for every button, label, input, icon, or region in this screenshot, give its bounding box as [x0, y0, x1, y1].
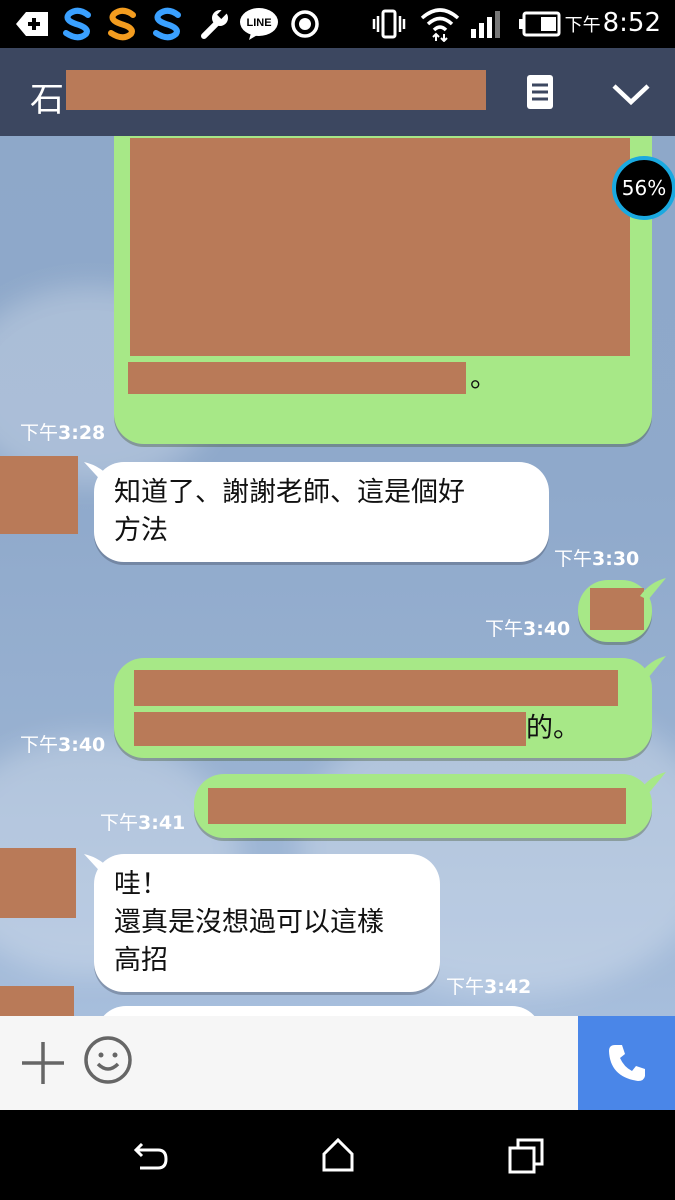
- message-text: 哇！ 還真是沒想過可以這樣 高招: [114, 869, 384, 976]
- message-time: 下午3:40: [485, 618, 571, 640]
- input-bar: [0, 1016, 578, 1110]
- message-time: 下午3:40: [20, 734, 106, 756]
- message-bubble-received[interactable]: 哇！ 還真是沒想過可以這樣 高招: [94, 854, 440, 992]
- wifi-icon: [418, 8, 462, 42]
- message-time: 下午3:42: [446, 976, 532, 998]
- message-time: 下午3:30: [554, 548, 640, 570]
- emoji-icon: [84, 1036, 132, 1084]
- home-icon: [322, 1137, 354, 1172]
- message-time: 下午3:41: [100, 812, 186, 834]
- recents-icon: [508, 1138, 544, 1174]
- s-app-orange-icon: [103, 7, 143, 41]
- message-text: 知道了、謝謝老師、這是個好 方法: [114, 477, 465, 546]
- chat-title: 石: [30, 80, 64, 120]
- message-bubble-sent[interactable]: 。: [114, 136, 652, 444]
- message-bubble-sent[interactable]: 的。: [114, 658, 652, 758]
- svg-text:LINE: LINE: [246, 17, 271, 29]
- line-icon: LINE: [238, 8, 280, 40]
- record-icon: [288, 8, 322, 40]
- back-icon: [133, 1142, 168, 1170]
- avatar[interactable]: [0, 986, 74, 1016]
- message-bubble-received[interactable]: 知道了、謝謝老師、這是個好 方法: [94, 462, 549, 562]
- redacted-content: [128, 362, 466, 394]
- redacted-content: [130, 138, 630, 356]
- message-text: 的。: [526, 713, 580, 744]
- s-app-blue-icon: [58, 7, 98, 41]
- message-time: 下午3:28: [20, 422, 106, 444]
- battery-icon: [516, 8, 562, 40]
- recents-button[interactable]: [504, 1134, 548, 1178]
- message-bubble-received[interactable]: [96, 1006, 542, 1016]
- redacted-content: [134, 670, 618, 706]
- wrench-icon: [196, 8, 232, 40]
- plus-button[interactable]: [20, 1040, 66, 1086]
- chat-header: 石: [0, 48, 675, 136]
- home-button[interactable]: [316, 1134, 360, 1178]
- list-icon: [527, 75, 553, 109]
- plus-icon: [22, 1042, 64, 1084]
- chat-area[interactable]: 。 下午3:28 56% 知道了、謝謝老師、這是個好 方法 下午3:30 下午3…: [0, 136, 675, 1016]
- menu-button[interactable]: [520, 72, 560, 112]
- redacted-content: [134, 712, 526, 746]
- avatar[interactable]: [0, 456, 78, 534]
- floating-memory-badge[interactable]: 56%: [612, 156, 675, 220]
- phone-icon: [609, 1045, 645, 1081]
- status-bar: LINE 下午8:52: [0, 0, 675, 48]
- redacted-content: [590, 588, 644, 630]
- back-button[interactable]: [128, 1134, 172, 1178]
- redacted-content: [208, 788, 626, 824]
- bubble-tail: [640, 578, 666, 600]
- navigation-bar: [0, 1110, 675, 1200]
- message-bubble-sent[interactable]: [194, 774, 652, 838]
- vibrate-icon: [372, 8, 406, 40]
- signal-icon: [468, 8, 506, 40]
- emoji-button[interactable]: [82, 1034, 134, 1086]
- collapse-button[interactable]: [606, 74, 656, 114]
- s-app-blue-icon: [148, 7, 188, 41]
- add-icon: [16, 8, 50, 40]
- bubble-tail: [640, 656, 666, 678]
- chevron-down-icon: [612, 84, 650, 106]
- message-text: 。: [470, 363, 497, 394]
- chat-title-redaction: [66, 70, 486, 110]
- avatar[interactable]: [0, 848, 76, 918]
- bubble-tail: [640, 772, 666, 794]
- clock: 下午8:52: [564, 8, 661, 38]
- call-button[interactable]: [578, 1016, 675, 1110]
